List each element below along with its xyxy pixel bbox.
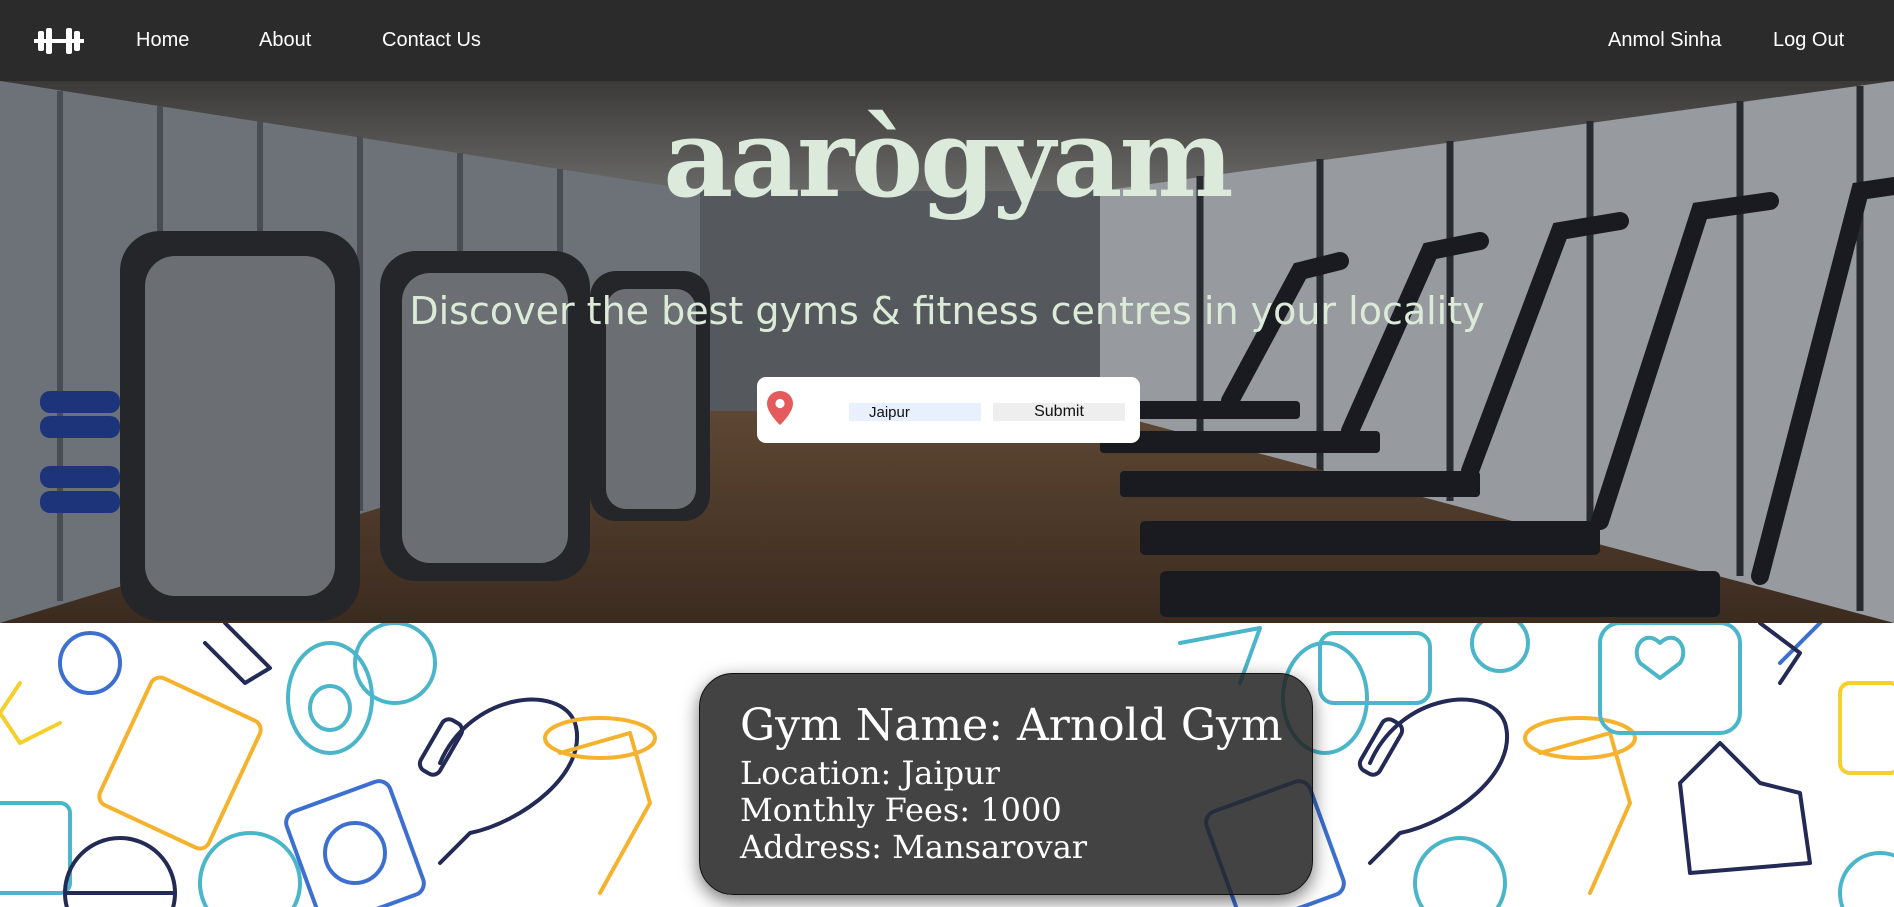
dumbbell-icon[interactable] xyxy=(34,26,84,56)
gym-location: Location: Jaipur xyxy=(740,754,1000,792)
nav-contact-link[interactable]: Contact Us xyxy=(382,29,481,52)
logout-link[interactable]: Log Out xyxy=(1773,29,1844,52)
nav-about-link[interactable]: About xyxy=(259,29,311,52)
nav-home-link[interactable]: Home xyxy=(136,29,189,52)
submit-button[interactable]: Submit xyxy=(993,403,1125,421)
gym-address: Address: Mansarovar xyxy=(740,828,1088,866)
results-section: Gym Name: Arnold Gym Location: Jaipur Mo… xyxy=(0,623,1894,907)
hero-section: aarògyam Discover the best gyms & fitnes… xyxy=(0,81,1894,623)
gym-monthly-fees: Monthly Fees: 1000 xyxy=(740,791,1062,829)
gym-result-card[interactable]: Gym Name: Arnold Gym Location: Jaipur Mo… xyxy=(699,673,1313,895)
hero-tagline: Discover the best gyms & fitness centres… xyxy=(409,289,1485,333)
location-search-box: Submit xyxy=(757,377,1140,443)
top-navbar: Home About Contact Us Anmol Sinha Log Ou… xyxy=(0,0,1894,81)
gym-name: Gym Name: Arnold Gym xyxy=(740,700,1283,751)
user-name-link[interactable]: Anmol Sinha xyxy=(1608,29,1721,52)
city-input[interactable] xyxy=(849,403,981,421)
location-pin-icon xyxy=(767,391,793,425)
brand-logo-text: aarògyam xyxy=(663,96,1233,222)
